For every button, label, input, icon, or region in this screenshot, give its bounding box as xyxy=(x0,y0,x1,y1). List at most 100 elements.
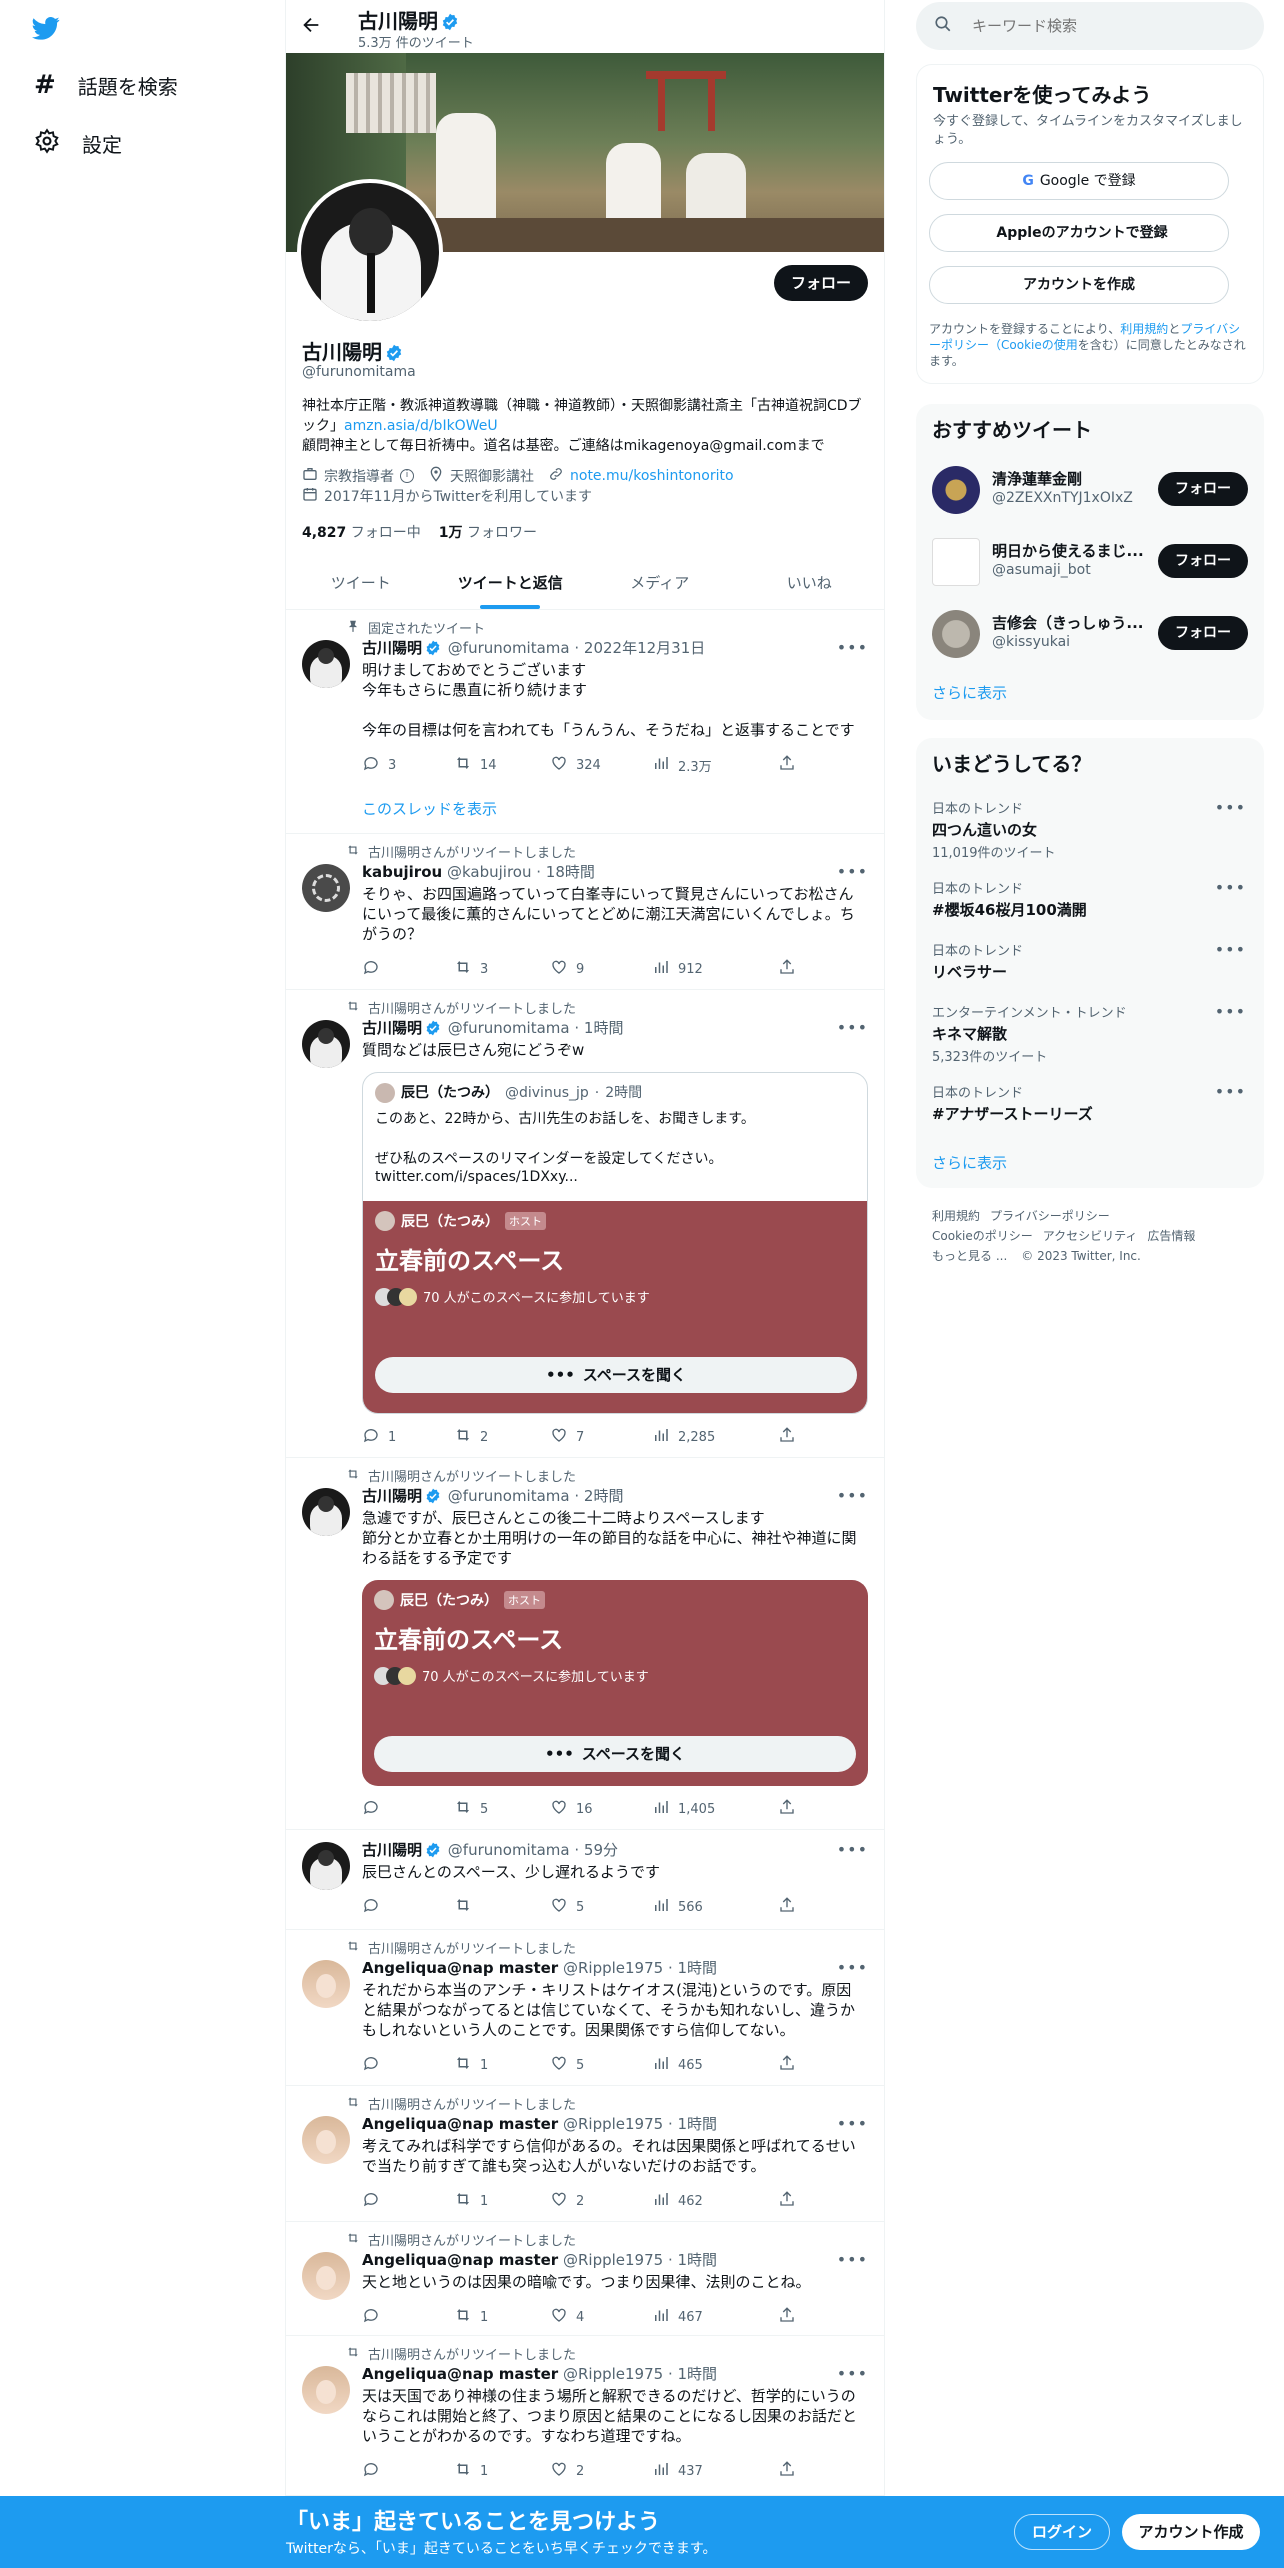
reply-button[interactable]: 3 xyxy=(362,754,454,776)
share-button[interactable] xyxy=(778,958,796,980)
tweet-time[interactable]: 1時間 xyxy=(678,1959,718,1977)
tweet-author[interactable]: 古川陽明 xyxy=(362,1019,422,1037)
reply-button[interactable] xyxy=(362,2054,454,2076)
back-arrow-icon[interactable] xyxy=(300,14,322,40)
like-button[interactable]: 5 xyxy=(550,2054,652,2076)
tab-likes[interactable]: いいね xyxy=(735,558,885,609)
views-button[interactable]: 912 xyxy=(652,958,778,980)
quote-tweet-card[interactable]: 辰巳（たつみ） @divinus_jp · 2時間 このあと、22時から、古川先生のお… xyxy=(362,1072,868,1414)
recommend-item[interactable]: 吉修会（きっしゅう... @kissyukai フォロー xyxy=(932,608,1248,658)
search-box[interactable] xyxy=(916,2,1264,50)
signup-button[interactable]: アカウント作成 xyxy=(1122,2514,1260,2550)
retweet-button[interactable]: 1 xyxy=(454,2460,550,2482)
nav-explore[interactable]: # 話題を検索 xyxy=(34,70,178,100)
footer-access-link[interactable]: アクセシビリティ xyxy=(1043,1229,1138,1243)
login-button[interactable]: ログイン xyxy=(1014,2514,1110,2550)
views-button[interactable]: 1,405 xyxy=(652,1798,778,1820)
tweet[interactable]: 古川陽明さんがリツイートしました kabujirou @kabujirou · … xyxy=(286,834,884,990)
tweet[interactable]: 古川陽明さんがリツイートしました 古川陽明 @furunomitama · 1時… xyxy=(286,990,884,1458)
trend-item[interactable]: 日本のトレンド #櫻坂46桜月100満開 ••• xyxy=(932,878,1262,920)
reply-button[interactable] xyxy=(362,1896,454,1918)
reply-button[interactable]: 1 xyxy=(362,1426,454,1448)
like-button[interactable]: 2 xyxy=(550,2460,652,2482)
tweet[interactable]: 固定されたツイート 古川陽明 @furunomitama · 2022年12月3… xyxy=(286,610,884,834)
recommend-follow-button[interactable]: フォロー xyxy=(1158,472,1248,506)
tweet-avatar[interactable] xyxy=(302,2366,350,2414)
tweet-avatar[interactable] xyxy=(302,1960,350,2008)
like-button[interactable]: 5 xyxy=(550,1896,652,1918)
recommend-follow-button[interactable]: フォロー xyxy=(1158,616,1248,650)
recommend-item[interactable]: 清浄蓮華金剛 @2ZEXXnTYJ1xOIxZ フォロー xyxy=(932,464,1248,514)
followers-link[interactable]: 1万 フォロワー xyxy=(439,522,537,542)
reply-button[interactable] xyxy=(362,958,454,980)
profile-follow-button[interactable]: フォロー xyxy=(774,265,868,301)
more-icon[interactable]: ••• xyxy=(837,1958,868,1977)
trend-item[interactable]: エンターテインメント・トレンド キネマ解散 5,323件のツイート ••• xyxy=(932,1002,1262,1065)
trend-item[interactable]: 日本のトレンド #アナザーストーリーズ ••• xyxy=(932,1082,1262,1124)
more-icon[interactable]: ••• xyxy=(1215,940,1246,959)
tab-tweets-replies[interactable]: ツイートと返信 xyxy=(436,558,586,609)
tweet-author[interactable]: Angeliqua@nap master xyxy=(362,2365,558,2383)
more-icon[interactable]: ••• xyxy=(837,1840,868,1859)
info-icon[interactable]: i xyxy=(400,469,414,483)
tweet-author[interactable]: 古川陽明 xyxy=(362,639,422,657)
more-icon[interactable]: ••• xyxy=(1215,798,1246,817)
space-listen-button[interactable]: ••• スペースを聞く xyxy=(375,1357,857,1393)
tweet-time[interactable]: 1時間 xyxy=(678,2115,718,2133)
share-button[interactable] xyxy=(778,1426,796,1448)
reply-button[interactable] xyxy=(362,2190,454,2212)
retweet-button[interactable]: 1 xyxy=(454,2190,550,2212)
trend-item[interactable]: 日本のトレンド 四つん這いの女 11,019件のツイート ••• xyxy=(932,798,1262,861)
tweet-time[interactable]: 2時間 xyxy=(584,1487,624,1505)
retweet-button[interactable]: 2 xyxy=(454,1426,550,1448)
profile-avatar[interactable] xyxy=(297,179,443,325)
retweet-button[interactable]: 14 xyxy=(454,754,550,776)
tweet-author[interactable]: Angeliqua@nap master xyxy=(362,2251,558,2269)
tweet-author[interactable]: kabujirou xyxy=(362,863,442,881)
tweet-avatar[interactable] xyxy=(302,2116,350,2164)
more-icon[interactable]: ••• xyxy=(1215,878,1246,897)
share-button[interactable] xyxy=(778,1798,796,1820)
footer-privacy-link[interactable]: プライバシーポリシー xyxy=(990,1209,1110,1223)
like-button[interactable]: 2 xyxy=(550,2190,652,2212)
views-button[interactable]: 2.3万 xyxy=(652,754,778,776)
recommend-item[interactable]: 明日から使えるまじ... @asumaji_bot フォロー xyxy=(932,536,1248,586)
tweet-avatar[interactable] xyxy=(302,1020,350,1068)
following-link[interactable]: 4,827 フォロー中 xyxy=(302,522,421,542)
bio-link[interactable]: amzn.asia/d/bIkOWeU xyxy=(344,418,498,434)
space-listen-button[interactable]: ••• スペースを聞く xyxy=(374,1736,856,1772)
more-icon[interactable]: ••• xyxy=(837,862,868,881)
recommend-more-link[interactable]: さらに表示 xyxy=(932,682,1007,703)
quote-link[interactable]: twitter.com/i/spaces/1DXxy... xyxy=(375,1169,578,1185)
tweet[interactable]: 古川陽明さんがリツイートしました Angeliqua@nap master @R… xyxy=(286,1930,884,2086)
tweet-author[interactable]: 古川陽明 xyxy=(362,1841,422,1859)
share-button[interactable] xyxy=(778,2054,796,2076)
show-thread-link[interactable]: このスレッドを表示 xyxy=(362,798,497,819)
tweet-time[interactable]: 1時間 xyxy=(678,2251,718,2269)
retweet-button[interactable]: 1 xyxy=(454,2306,550,2328)
tweet[interactable]: 古川陽明さんがリツイートしました 古川陽明 @furunomitama · 2時… xyxy=(286,1458,884,1830)
tweet-time[interactable]: 18時間 xyxy=(546,863,595,881)
like-button[interactable]: 9 xyxy=(550,958,652,980)
tab-tweets[interactable]: ツイート xyxy=(286,558,436,609)
views-button[interactable]: 437 xyxy=(652,2460,778,2482)
views-button[interactable]: 467 xyxy=(652,2306,778,2328)
like-button[interactable]: 324 xyxy=(550,754,652,776)
tweet-author[interactable]: 古川陽明 xyxy=(362,1487,422,1505)
tweet-avatar[interactable] xyxy=(302,1488,350,1536)
share-button[interactable] xyxy=(778,2306,796,2328)
twitter-logo-icon[interactable] xyxy=(30,14,62,46)
more-icon[interactable]: ••• xyxy=(837,2114,868,2133)
trend-item[interactable]: 日本のトレンド リベラサー ••• xyxy=(932,940,1262,982)
google-signup-button[interactable]: G Google で登録 xyxy=(929,162,1229,200)
tweet-time[interactable]: 1時間 xyxy=(584,1019,624,1037)
share-button[interactable] xyxy=(778,2460,796,2482)
tweet-author[interactable]: Angeliqua@nap master xyxy=(362,1959,558,1977)
apple-signup-button[interactable]: Appleのアカウントで登録 xyxy=(929,214,1229,252)
reply-button[interactable] xyxy=(362,2306,454,2328)
footer-ads-link[interactable]: 広告情報 xyxy=(1147,1229,1195,1243)
like-button[interactable]: 7 xyxy=(550,1426,652,1448)
footer-more-link[interactable]: もっと見る ... xyxy=(932,1249,1007,1263)
tweet-avatar[interactable] xyxy=(302,1842,350,1890)
share-button[interactable] xyxy=(778,2190,796,2212)
